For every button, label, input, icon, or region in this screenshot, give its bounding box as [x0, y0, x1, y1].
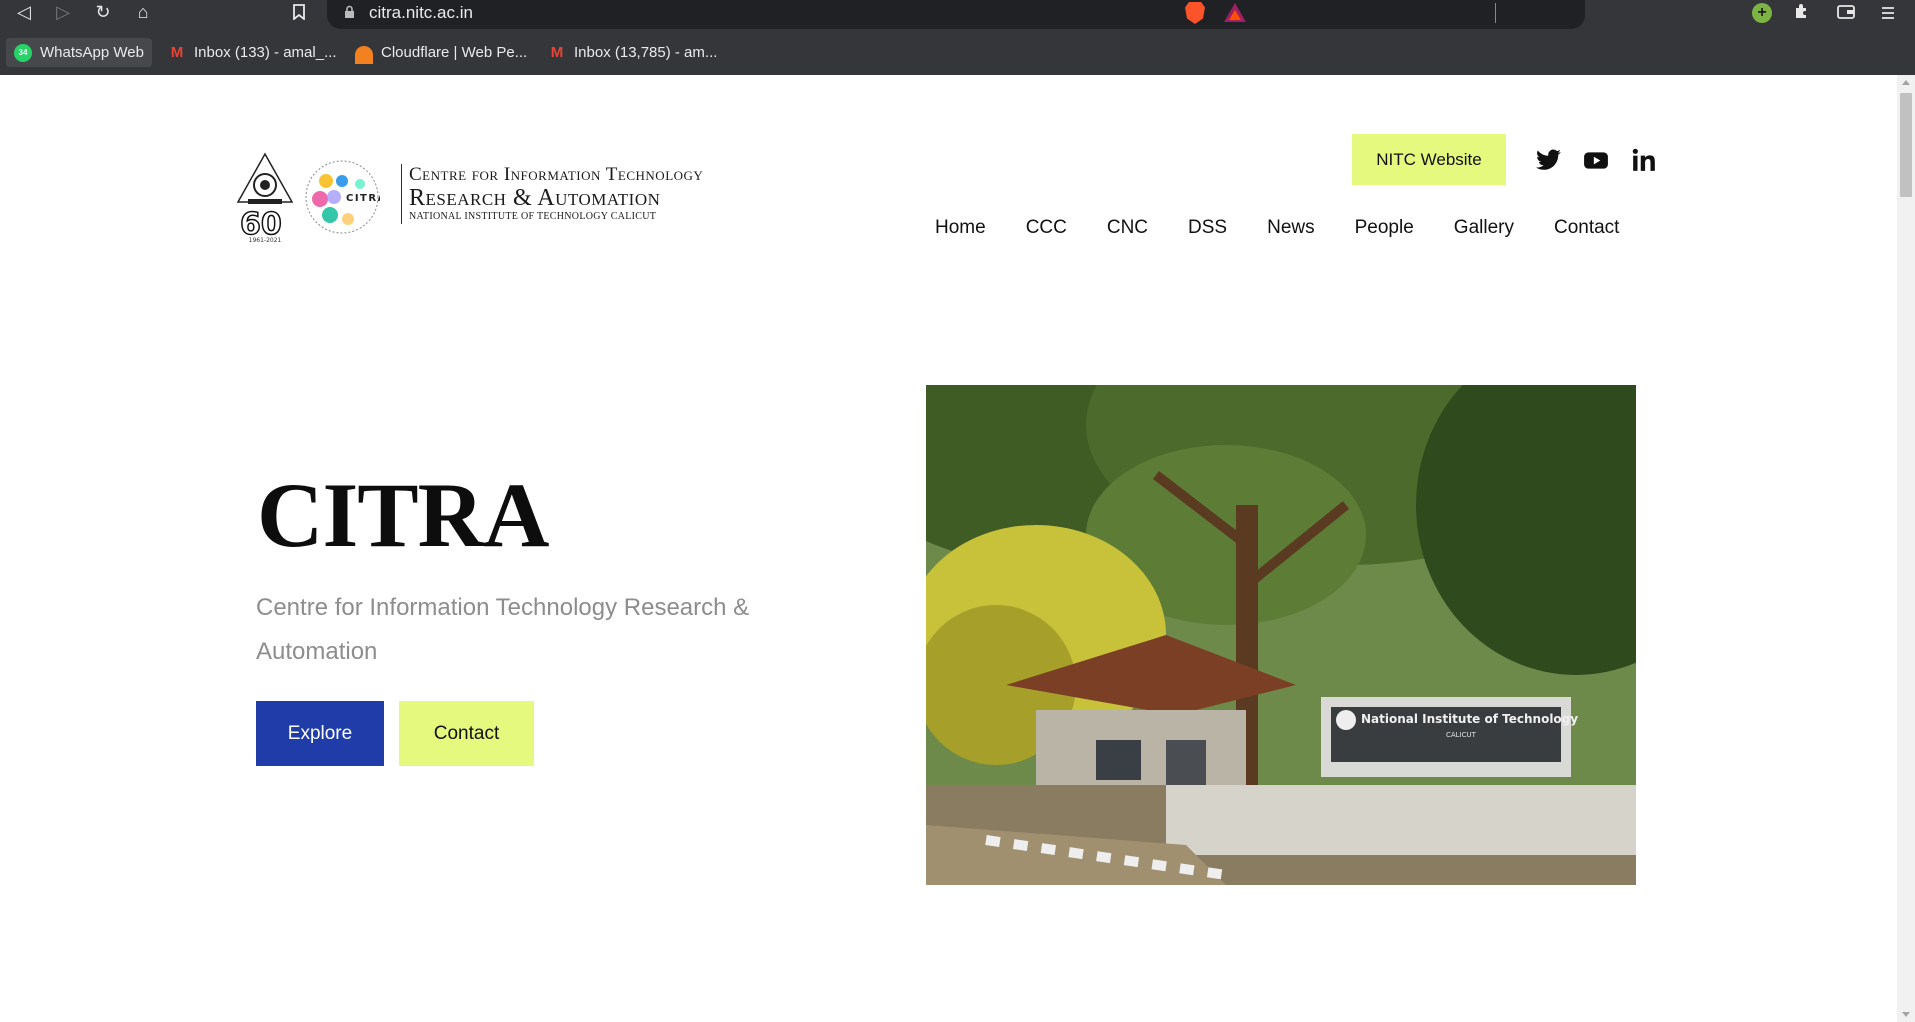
- contact-button[interactable]: Contact: [399, 701, 534, 766]
- bookmark-gmail-2[interactable]: M Inbox (13,785) - am...: [548, 38, 718, 67]
- nav-cnc[interactable]: CNC: [1107, 217, 1148, 239]
- nav-dss[interactable]: DSS: [1188, 217, 1227, 239]
- menu-icon[interactable]: [1876, 2, 1900, 26]
- main-nav: Home CCC CNC DSS News People Gallery Con…: [935, 217, 1619, 239]
- nav-home[interactable]: Home: [935, 217, 986, 239]
- divider: [1495, 3, 1496, 23]
- bookmarks-bar: 34 WhatsApp Web M Inbox (133) - amal_...…: [0, 30, 1915, 75]
- diamond-jubilee-emblem: 60 1961-2021: [236, 152, 294, 244]
- web-page: 60 1961-2021 CITRA Centre for Informatio…: [0, 75, 1897, 1022]
- linkedin-icon[interactable]: [1631, 147, 1657, 173]
- bookmark-label: Inbox (13,785) - am...: [574, 44, 718, 61]
- gmail-icon: M: [550, 43, 564, 61]
- nav-contact[interactable]: Contact: [1554, 217, 1619, 239]
- bookmark-gmail-1[interactable]: M Inbox (133) - amal_...: [168, 38, 337, 67]
- svg-text:CALICUT: CALICUT: [1446, 731, 1477, 739]
- bookmark-label: WhatsApp Web: [40, 44, 144, 61]
- bookmark-icon[interactable]: [285, 0, 313, 24]
- nav-ccc[interactable]: CCC: [1026, 217, 1067, 239]
- svg-text:CITRA: CITRA: [346, 193, 380, 204]
- logo-line-2: Research & Automation: [409, 185, 661, 211]
- browser-toolbar: ◁ ▷ ↻ ⌂ citra.nitc.ac.in +: [0, 0, 1915, 30]
- url-text: citra.nitc.ac.in: [369, 3, 473, 22]
- nitc-website-button[interactable]: NITC Website: [1352, 134, 1506, 185]
- campus-gate-photo: National Institute of Technology CALICUT: [926, 385, 1636, 885]
- reload-icon[interactable]: ↻: [89, 0, 117, 24]
- bookmark-label: Inbox (133) - amal_...: [194, 44, 337, 61]
- bookmark-cloudflare[interactable]: Cloudflare | Web Pe...: [355, 38, 527, 67]
- cloudflare-icon: [355, 45, 373, 64]
- bookmark-whatsapp[interactable]: 34 WhatsApp Web: [6, 38, 152, 67]
- bookmark-label: Cloudflare | Web Pe...: [381, 44, 528, 61]
- scrollbar-thumb[interactable]: [1900, 93, 1912, 197]
- forward-icon[interactable]: ▷: [49, 0, 77, 24]
- nav-gallery[interactable]: Gallery: [1454, 217, 1514, 239]
- nav-news[interactable]: News: [1267, 217, 1315, 239]
- brave-rewards-icon[interactable]: [1224, 3, 1246, 22]
- address-bar[interactable]: citra.nitc.ac.in: [327, 0, 1585, 29]
- extensions-icon[interactable]: [1790, 2, 1814, 26]
- hero-title: CITRA: [257, 464, 549, 566]
- youtube-icon[interactable]: [1583, 147, 1609, 173]
- nav-people[interactable]: People: [1355, 217, 1414, 239]
- citra-emblem: CITRA: [305, 160, 380, 234]
- hero-subtitle: Centre for Information Technology Resear…: [256, 594, 750, 665]
- extension-plus-icon[interactable]: +: [1752, 3, 1772, 23]
- explore-button[interactable]: Explore: [256, 701, 384, 766]
- logo-wordmark: Centre for Information Technology Resear…: [409, 164, 703, 224]
- svg-text:National Institute of Technolo: National Institute of Technology: [1361, 712, 1578, 726]
- svg-text:1961-2021: 1961-2021: [249, 237, 282, 244]
- back-icon[interactable]: ◁: [10, 0, 38, 24]
- wallet-icon[interactable]: [1834, 2, 1858, 26]
- twitter-icon[interactable]: [1536, 147, 1562, 173]
- whatsapp-icon: 34: [14, 43, 32, 62]
- home-icon[interactable]: ⌂: [129, 0, 157, 24]
- page-scrollbar[interactable]: [1897, 75, 1915, 1022]
- logo-line-3: National Institute of Technology Calicut: [409, 211, 657, 222]
- scroll-down-icon[interactable]: [1902, 1012, 1910, 1017]
- scroll-up-icon[interactable]: [1902, 80, 1910, 85]
- gmail-icon: M: [170, 43, 184, 61]
- logo-line-1: Centre for Information Technology: [409, 164, 704, 185]
- citra-logo[interactable]: 60 1961-2021 CITRA Centre for Informatio…: [236, 152, 771, 244]
- lock-icon: [344, 5, 355, 22]
- logo-divider: [401, 164, 402, 224]
